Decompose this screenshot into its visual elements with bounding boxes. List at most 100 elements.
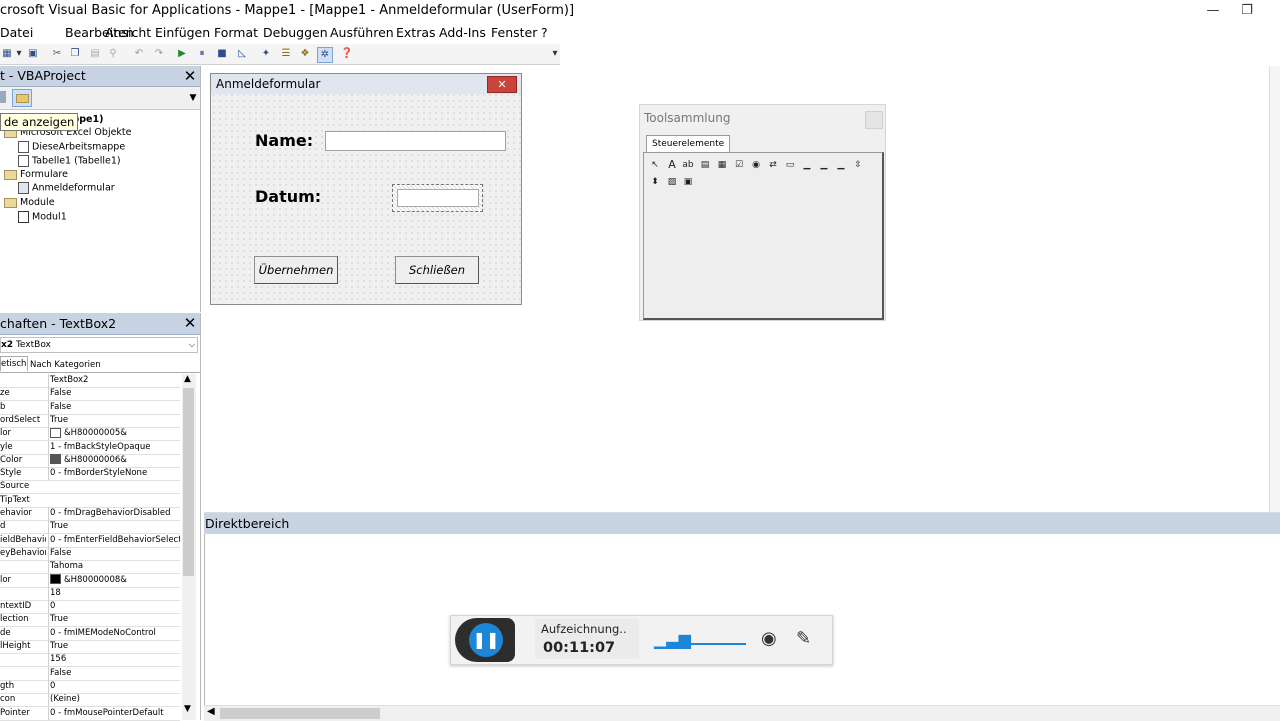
undo-icon[interactable]: ↶: [132, 47, 146, 61]
property-row[interactable]: ntextID 0: [0, 600, 180, 615]
property-value[interactable]: &H80000008&: [48, 573, 180, 587]
textbox-name[interactable]: [325, 131, 506, 151]
menu-extras[interactable]: Extras: [396, 25, 436, 40]
restore-button[interactable]: ❐: [1237, 2, 1257, 20]
property-value[interactable]: Tahoma: [48, 560, 180, 574]
properties-scrollbar[interactable]: ▲ ▼: [182, 374, 196, 720]
close-icon[interactable]: ✕: [182, 68, 198, 84]
scrollbar-thumb[interactable]: [183, 388, 194, 576]
toolbox-close-button[interactable]: [865, 111, 883, 129]
design-mode-icon[interactable]: ◺: [235, 47, 249, 61]
property-row[interactable]: lHeight True: [0, 640, 180, 654]
property-row[interactable]: Tahoma: [0, 560, 180, 575]
commandbutton-tool-icon[interactable]: ▁: [800, 159, 814, 171]
property-value[interactable]: 0 - fmEnterFieldBehaviorSelectAll: [48, 533, 180, 547]
scroll-left-icon[interactable]: ◀: [207, 706, 215, 717]
property-value[interactable]: False: [48, 546, 180, 560]
combobox-tool-icon[interactable]: ▤: [698, 159, 712, 171]
apply-button[interactable]: Übernehmen: [254, 256, 338, 284]
property-value[interactable]: True: [48, 613, 180, 627]
label-tool-icon[interactable]: A: [665, 159, 679, 171]
stop-icon[interactable]: ■: [215, 47, 229, 61]
property-value[interactable]: (Keine): [48, 693, 180, 707]
property-value[interactable]: False: [48, 666, 180, 680]
run-icon[interactable]: ▶: [175, 47, 189, 61]
find-icon[interactable]: ⚲: [106, 47, 120, 61]
object-selector[interactable]: x2 TextBox ⌵: [0, 337, 198, 353]
property-value[interactable]: 0 - fmBorderStyleNone: [48, 467, 180, 481]
property-row[interactable]: ieldBehavior 0 - fmEnterFieldBehaviorSele…: [0, 533, 180, 548]
menu-addins[interactable]: Add-Ins: [439, 25, 486, 40]
property-row[interactable]: b False: [0, 400, 180, 415]
property-value[interactable]: 0 - fmMousePointerDefault: [48, 706, 180, 720]
menu-debuggen[interactable]: Debuggen: [263, 25, 328, 40]
horizontal-scrollbar[interactable]: ◀: [204, 705, 1280, 721]
optionbutton-tool-icon[interactable]: ◉: [749, 159, 763, 171]
scroll-down-icon[interactable]: ▼: [184, 704, 191, 714]
property-value[interactable]: 0: [48, 600, 180, 614]
main-vertical-scrollbar[interactable]: [1269, 66, 1280, 512]
pause-button[interactable]: ❚❚: [469, 623, 503, 657]
multipage-tool-icon[interactable]: ▁: [834, 159, 848, 171]
property-row[interactable]: Style 0 - fmBorderStyleNone: [0, 467, 180, 482]
togglebutton-tool-icon[interactable]: ⇄: [766, 159, 780, 171]
paste-icon[interactable]: ▤: [88, 47, 102, 61]
tree-item-module1[interactable]: Modul1: [18, 211, 67, 223]
property-value[interactable]: False: [48, 400, 180, 414]
toggle-folders-button[interactable]: [12, 89, 32, 107]
property-row[interactable]: de 0 - fmIMEModeNoControl: [0, 626, 180, 641]
property-value[interactable]: True: [48, 520, 180, 534]
property-row[interactable]: TipText: [0, 494, 180, 508]
property-value[interactable]: 0 - fmDragBehaviorDisabled: [48, 507, 180, 520]
copy-icon[interactable]: ❐: [68, 47, 82, 61]
listbox-tool-icon[interactable]: ▦: [715, 159, 729, 171]
property-row[interactable]: ehavior 0 - fmDragBehaviorDisabled: [0, 507, 180, 521]
property-row[interactable]: con (Keine): [0, 693, 180, 708]
pause-icon[interactable]: ⏸: [195, 47, 209, 61]
close-icon[interactable]: ✕: [182, 315, 198, 331]
property-row[interactable]: yle 1 - fmBackStyleOpaque: [0, 440, 180, 455]
tree-item-forms[interactable]: Formulare: [4, 169, 68, 180]
property-value[interactable]: True: [48, 413, 180, 427]
tabstrip-tool-icon[interactable]: ▁: [817, 159, 831, 171]
pen-icon[interactable]: ✎: [796, 628, 811, 649]
property-value[interactable]: &H80000006&: [48, 453, 180, 467]
tab-alphabetic[interactable]: etisch: [0, 356, 28, 371]
property-value[interactable]: True: [48, 640, 180, 653]
property-value[interactable]: 1 - fmBackStyleOpaque: [48, 440, 180, 454]
close-form-button[interactable]: Schließen: [395, 256, 479, 284]
object-browser-icon[interactable]: ❖: [298, 47, 312, 61]
toolbar-overflow-icon[interactable]: ▾: [548, 47, 562, 61]
property-row[interactable]: lor &H80000008&: [0, 573, 180, 588]
textbox-date-selected[interactable]: [392, 184, 483, 212]
webcam-icon[interactable]: ◉: [761, 628, 777, 649]
dropdown-arrow-icon[interactable]: ▾: [12, 47, 26, 61]
property-value[interactable]: TextBox2: [48, 374, 180, 387]
redo-icon[interactable]: ↷: [152, 47, 166, 61]
property-value[interactable]: &H80000005&: [48, 427, 180, 441]
label-date[interactable]: Datum:: [255, 187, 321, 206]
toolbox-icon[interactable]: ✲: [317, 47, 333, 63]
menu-fenster[interactable]: Fenster: [491, 25, 537, 40]
property-row[interactable]: lor &H80000005&: [0, 427, 180, 442]
property-row[interactable]: 18: [0, 586, 180, 601]
property-row[interactable]: False: [0, 666, 180, 681]
property-row[interactable]: TextBox2: [0, 374, 180, 388]
property-value[interactable]: 0 - fmIMEModeNoControl: [48, 626, 180, 640]
property-row[interactable]: eyBehavior False: [0, 546, 180, 561]
scrollbar-tool-icon[interactable]: ⇳: [851, 159, 865, 171]
tree-item-workbook[interactable]: DieseArbeitsmappe: [18, 141, 125, 153]
property-row[interactable]: gth 0: [0, 679, 180, 694]
scroll-up-icon[interactable]: ▲: [184, 374, 191, 384]
property-row[interactable]: Color &H80000006&: [0, 453, 180, 468]
label-name[interactable]: Name:: [255, 131, 313, 150]
property-row[interactable]: ordSelect True: [0, 413, 180, 428]
property-value[interactable]: 0: [48, 679, 180, 693]
pointer-icon[interactable]: ↖: [648, 159, 662, 171]
tab-controls[interactable]: Steuerelemente: [646, 135, 731, 152]
property-value[interactable]: False: [48, 387, 180, 401]
menu-help[interactable]: ?: [541, 25, 548, 40]
volume-slider[interactable]: [691, 643, 746, 645]
tree-item-userform[interactable]: Anmeldeformular: [18, 182, 115, 194]
spinbutton-tool-icon[interactable]: ⬍: [648, 176, 662, 188]
